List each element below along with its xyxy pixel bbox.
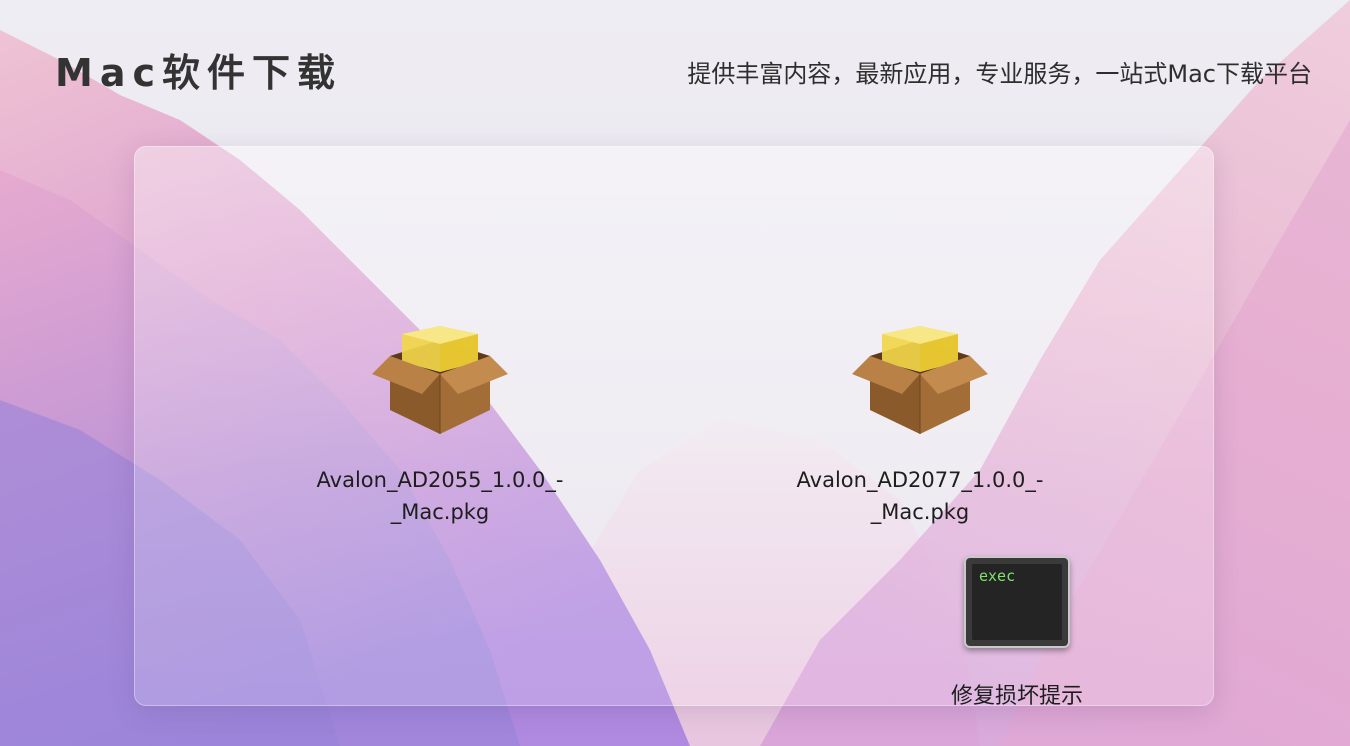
- terminal-screen: exec: [972, 564, 1062, 640]
- package-icon: [372, 326, 508, 434]
- repair-exec-item[interactable]: exec 修复损坏提示: [930, 556, 1104, 710]
- repair-exec-label: 修复损坏提示: [950, 684, 1083, 709]
- file-item-ad2055[interactable]: Avalon_AD2055_1.0.0_-_Mac.pkg: [290, 322, 590, 528]
- file-item-ad2077[interactable]: Avalon_AD2077_1.0.0_-_Mac.pkg: [770, 322, 1070, 528]
- file-name-label: Avalon_AD2055_1.0.0_-_Mac.pkg: [316, 468, 564, 524]
- package-icon: [852, 326, 988, 434]
- terminal-exec-icon: exec: [964, 556, 1070, 648]
- site-title: Mac软件下载: [55, 51, 342, 95]
- file-name-label: Avalon_AD2077_1.0.0_-_Mac.pkg: [796, 468, 1044, 524]
- exec-icon-text: exec: [979, 567, 1016, 585]
- site-tagline: 提供丰富内容，最新应用，专业服务，一站式Mac下载平台: [687, 60, 1312, 88]
